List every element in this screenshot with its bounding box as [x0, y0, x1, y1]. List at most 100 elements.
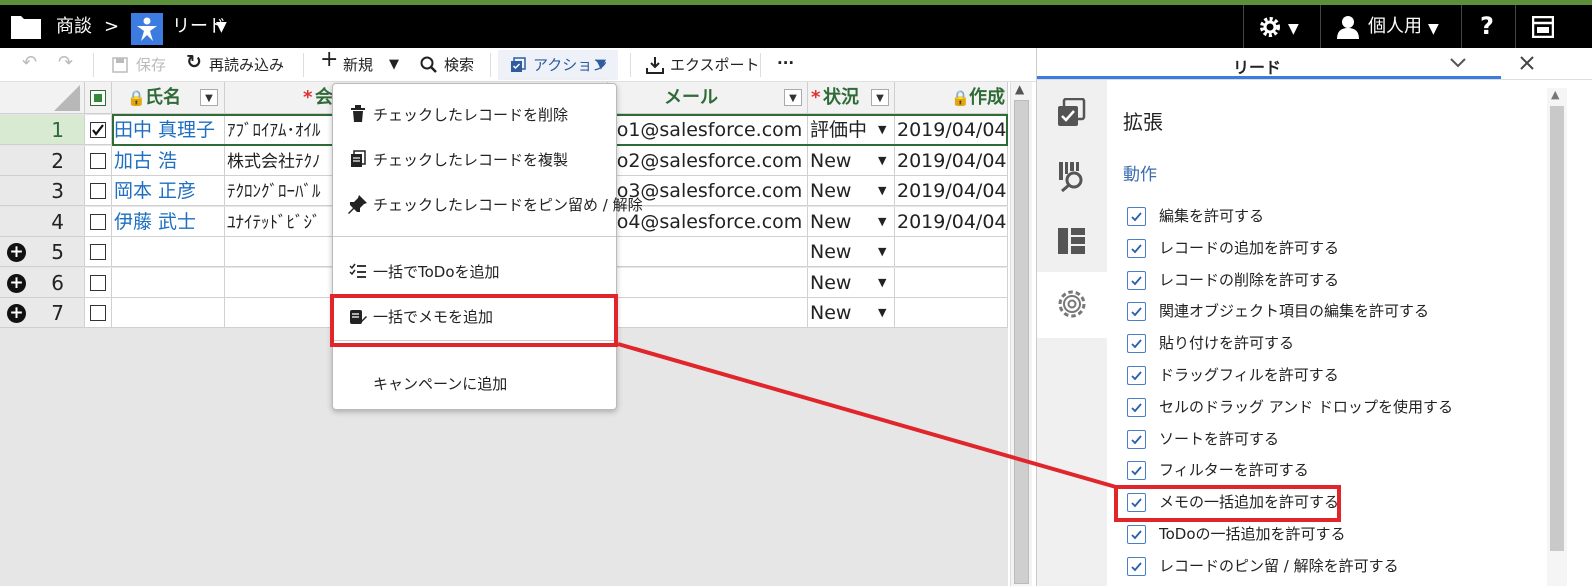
date-cell[interactable]: 2019/04/04 [895, 176, 1008, 206]
status-cell[interactable]: New ▼ [808, 237, 895, 267]
option-row[interactable]: 貼り付けを許可する [1127, 333, 1527, 355]
name-cell[interactable]: 伊藤 武士 [112, 206, 225, 237]
option-checkbox[interactable] [1127, 461, 1146, 481]
gear-icon[interactable] [1258, 15, 1282, 39]
status-dropdown-icon[interactable]: ▼ [878, 207, 886, 236]
name-value[interactable] [112, 241, 114, 263]
option-checkbox[interactable] [1127, 270, 1146, 290]
add-row-icon[interactable]: + [7, 304, 26, 323]
column-header-email[interactable]: メール ▼ [608, 82, 808, 114]
email-cell[interactable] [608, 267, 808, 298]
option-checkbox[interactable] [1127, 334, 1146, 354]
user-dropdown-icon[interactable]: ▼ [1428, 18, 1439, 40]
option-row[interactable]: ソートを許可する [1127, 429, 1527, 451]
option-row[interactable]: レコードのピン留 / 解除を許可する [1127, 556, 1527, 578]
folder-icon[interactable] [10, 12, 42, 40]
option-checkbox[interactable] [1127, 397, 1146, 417]
email-cell[interactable] [608, 237, 808, 267]
email-cell[interactable]: fo2@salesforce.com [608, 145, 808, 176]
filter-dropdown-icon[interactable]: ▼ [200, 89, 218, 106]
option-row[interactable]: ドラッグフィルを許可する [1127, 365, 1527, 387]
row-checkbox[interactable] [90, 213, 106, 230]
action-dropdown-icon[interactable]: ▼ [596, 56, 606, 74]
menu-item-delete-checked[interactable]: チェックしたレコードを削除 [373, 104, 568, 125]
status-dropdown-icon[interactable]: ▼ [878, 176, 886, 205]
row-checkbox[interactable] [90, 122, 106, 138]
option-row[interactable]: ToDoの一括追加を許可する [1127, 524, 1527, 546]
row-checkbox[interactable] [90, 152, 106, 169]
option-row[interactable]: フィルターを許可する [1127, 460, 1527, 482]
option-checkbox[interactable] [1127, 302, 1146, 322]
option-row[interactable]: 編集を許可する [1127, 206, 1527, 228]
row-checkbox[interactable] [90, 183, 106, 199]
new-button[interactable]: 新規 [343, 56, 373, 74]
new-dropdown-icon[interactable]: ▼ [389, 56, 399, 74]
name-cell[interactable] [112, 298, 225, 328]
scrollbar-thumb[interactable] [1014, 100, 1029, 584]
row-select-cell[interactable] [85, 206, 112, 237]
panel-scrollbar[interactable]: ▲ [1547, 88, 1567, 586]
filter-dropdown-icon[interactable]: ▼ [784, 89, 802, 106]
status-cell[interactable]: New ▼ [808, 206, 895, 237]
option-checkbox[interactable] [1127, 429, 1146, 449]
date-cell[interactable]: 2019/04/04 [895, 206, 1008, 237]
date-cell[interactable] [895, 267, 1008, 298]
panel-tab-title[interactable]: リード [1233, 54, 1281, 78]
user-menu[interactable]: 個人用 [1368, 16, 1422, 38]
select-all-header[interactable] [85, 82, 112, 114]
name-cell[interactable] [112, 267, 225, 298]
option-checkbox[interactable] [1127, 207, 1146, 226]
scroll-up-icon[interactable]: ▲ [1551, 88, 1559, 101]
name-cell[interactable]: 加古 浩 [112, 145, 225, 176]
more-button[interactable]: ··· [777, 54, 794, 72]
date-cell[interactable] [895, 298, 1008, 328]
status-dropdown-icon[interactable]: ▼ [878, 146, 886, 175]
add-row-icon[interactable]: + [7, 243, 26, 262]
search-button[interactable]: 検索 [444, 56, 474, 74]
row-checkbox[interactable] [90, 244, 106, 260]
status-cell[interactable]: New ▼ [808, 267, 895, 298]
status-dropdown-icon[interactable]: ▼ [878, 237, 886, 266]
menu-item-bulk-add-todo[interactable]: 一括でToDoを追加 [373, 261, 500, 282]
column-header-status[interactable]: * 状況 ▼ [808, 82, 895, 114]
filter-dropdown-icon[interactable]: ▼ [871, 89, 889, 106]
row-checkbox[interactable] [90, 305, 106, 321]
export-button[interactable]: エクスポート [670, 56, 760, 74]
row-select-cell[interactable] [85, 267, 112, 298]
status-dropdown-icon[interactable]: ▼ [878, 268, 886, 297]
close-icon[interactable] [1519, 55, 1535, 71]
menu-item-pin-checked[interactable]: チェックしたレコードをピン留め / 解除 [373, 194, 643, 215]
menu-item-add-to-campaign[interactable]: キャンペーンに追加 [373, 373, 507, 394]
row-select-cell[interactable] [85, 145, 112, 176]
option-checkbox[interactable] [1127, 556, 1146, 576]
column-header-name[interactable]: 🔒 氏名 ▼ [112, 82, 225, 114]
undo-icon[interactable]: ↶ [22, 54, 37, 72]
search-list-icon[interactable] [1056, 160, 1088, 192]
name-value[interactable]: 加古 浩 [112, 150, 177, 172]
select-all-checkbox[interactable] [90, 90, 106, 106]
email-cell[interactable] [608, 298, 808, 328]
row-checkbox[interactable] [90, 274, 106, 291]
reload-button[interactable]: 再読み込み [209, 56, 284, 74]
breadcrumb-app[interactable]: 商談 [56, 16, 92, 38]
window-layout-icon[interactable] [1532, 16, 1554, 38]
option-row[interactable]: セルのドラッグ アンド ドロップを使用する [1127, 397, 1527, 419]
settings-gear-icon[interactable] [1056, 288, 1088, 320]
save-button[interactable]: 保存 [136, 56, 166, 74]
option-row[interactable]: レコードの追加を許可する [1127, 238, 1527, 260]
help-button[interactable]: ? [1480, 14, 1494, 38]
option-checkbox[interactable] [1127, 238, 1146, 258]
grid-scrollbar[interactable]: ▲ [1010, 82, 1032, 586]
option-row[interactable]: レコードの削除を許可する [1127, 270, 1527, 292]
status-cell[interactable]: New ▼ [808, 298, 895, 328]
settings-dropdown-icon[interactable]: ▼ [1288, 18, 1299, 40]
name-cell[interactable]: 岡本 正彦 [112, 176, 225, 206]
column-header-created[interactable]: 🔒 作成 [895, 82, 1008, 114]
option-checkbox[interactable] [1127, 525, 1146, 544]
status-dropdown-icon[interactable]: ▼ [878, 298, 886, 327]
option-row[interactable]: 関連オブジェクト項目の編集を許可する [1127, 301, 1527, 323]
name-value[interactable] [112, 302, 114, 324]
name-value[interactable]: 伊藤 武士 [112, 211, 196, 233]
add-row-icon[interactable]: + [7, 273, 26, 293]
row-select-cell[interactable] [85, 115, 112, 145]
